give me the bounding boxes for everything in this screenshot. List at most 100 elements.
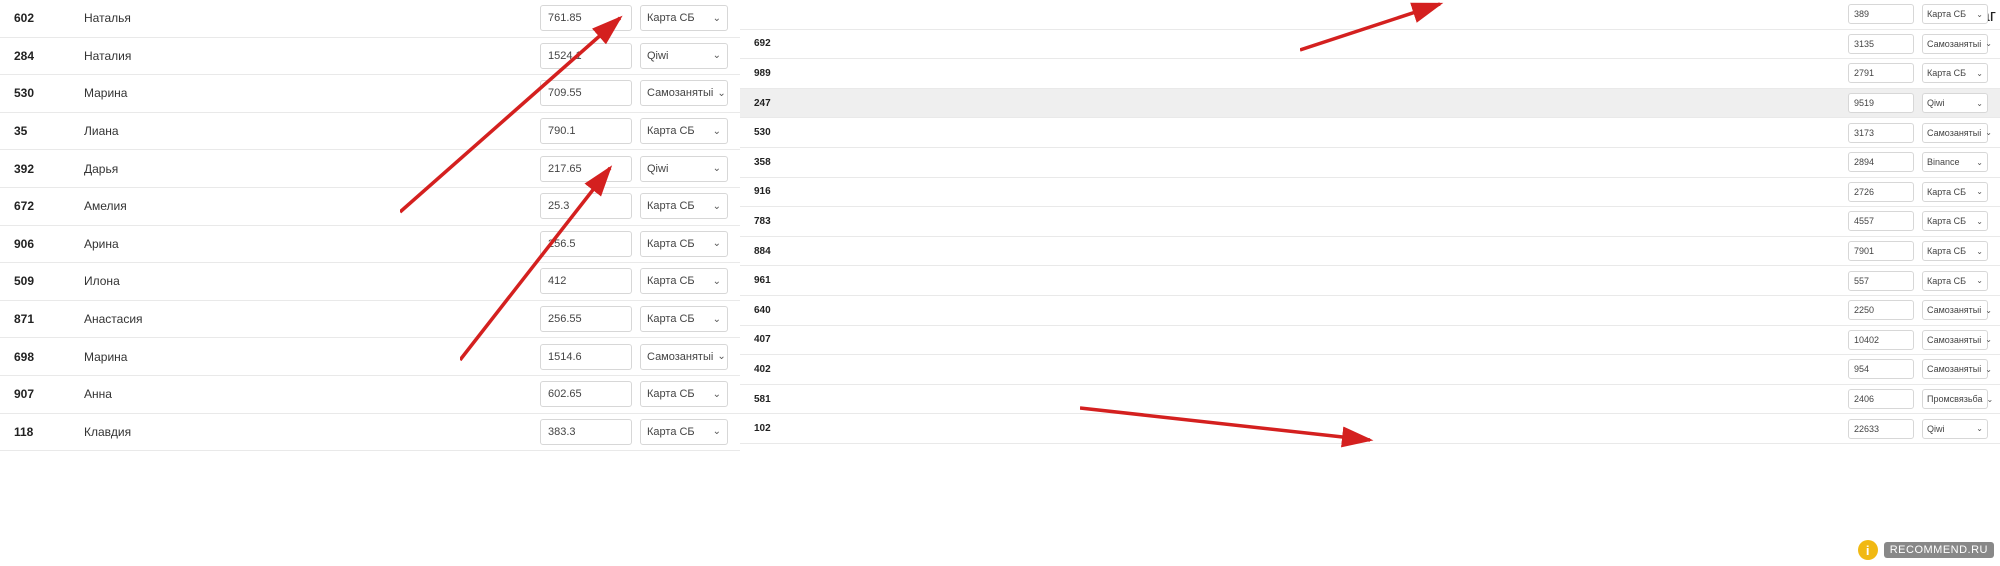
amount-input[interactable] bbox=[1848, 34, 1914, 54]
amount-input[interactable] bbox=[1848, 211, 1914, 231]
payment-select[interactable]: Самозанятыі⌄ bbox=[1922, 123, 1988, 143]
row-id: 581 bbox=[754, 394, 794, 405]
chevron-down-icon: ⌄ bbox=[1976, 217, 1983, 226]
row-id: 961 bbox=[754, 275, 794, 286]
payment-select[interactable]: Самозанятыі⌄ bbox=[1922, 300, 1988, 320]
amount-input[interactable] bbox=[540, 306, 632, 332]
payment-select-value: Карта СБ bbox=[1927, 276, 1966, 286]
amount-input[interactable] bbox=[1848, 419, 1914, 439]
row-name: Клавдия bbox=[78, 425, 536, 439]
payment-select[interactable]: Карта СБ⌄ bbox=[640, 419, 728, 445]
table-row: 407 Самозанятыі⌄ bbox=[740, 326, 2000, 356]
payment-select[interactable]: Самозанятыі⌄ bbox=[640, 344, 728, 370]
payment-select[interactable]: Карта СБ⌄ bbox=[1922, 4, 1988, 24]
payment-select[interactable]: Карта СБ⌄ bbox=[1922, 271, 1988, 291]
payment-select[interactable]: Карта СБ⌄ bbox=[1922, 241, 1988, 261]
amount-input[interactable] bbox=[540, 5, 632, 31]
amount-input[interactable] bbox=[540, 381, 632, 407]
row-id: 907 bbox=[14, 387, 78, 401]
payment-select[interactable]: Самозанятыі⌄ bbox=[1922, 34, 1988, 54]
payment-select-value: Самозанятыі bbox=[1927, 364, 1981, 374]
amount-input[interactable] bbox=[1848, 123, 1914, 143]
payment-select[interactable]: Самозанятыі⌄ bbox=[1922, 359, 1988, 379]
amount-input[interactable] bbox=[540, 156, 632, 182]
row-name: Лиана bbox=[78, 124, 536, 138]
amount-input[interactable] bbox=[1848, 389, 1914, 409]
amount-input[interactable] bbox=[540, 118, 632, 144]
payment-select[interactable]: Карта СБ⌄ bbox=[640, 306, 728, 332]
payment-select-value: Qiwi bbox=[647, 50, 668, 62]
amount-input[interactable] bbox=[540, 43, 632, 69]
payment-select[interactable]: Binance⌄ bbox=[1922, 152, 1988, 172]
amount-input[interactable] bbox=[540, 344, 632, 370]
chevron-down-icon: ⌄ bbox=[1976, 158, 1983, 167]
row-name: Анастасия bbox=[78, 312, 536, 326]
row-id: 672 bbox=[14, 199, 78, 213]
chevron-down-icon: ⌄ bbox=[713, 201, 721, 212]
payment-select[interactable]: Промсвязьба⌄ bbox=[1922, 389, 1988, 409]
payment-select[interactable]: Карта СБ⌄ bbox=[640, 118, 728, 144]
row-name: Марина bbox=[78, 350, 536, 364]
payment-select[interactable]: Карта СБ ⌄ bbox=[640, 268, 728, 294]
amount-input[interactable] bbox=[1848, 63, 1914, 83]
table-row: 581 Промсвязьба⌄ bbox=[740, 385, 2000, 415]
row-id: 102 bbox=[754, 423, 794, 434]
chevron-down-icon: ⌄ bbox=[1985, 306, 1992, 315]
payment-select-value: Карта СБ bbox=[647, 275, 695, 287]
chevron-down-icon: ⌄ bbox=[1976, 69, 1983, 78]
row-id: 407 bbox=[754, 334, 794, 345]
payment-select-value: Самозанятыі bbox=[647, 87, 713, 99]
amount-input[interactable] bbox=[1848, 4, 1914, 24]
payment-select[interactable]: Карта СБ⌄ bbox=[640, 193, 728, 219]
payment-select[interactable]: Карта СБ⌄ bbox=[1922, 211, 1988, 231]
row-name: Дарья bbox=[78, 162, 536, 176]
payment-select[interactable]: Карта СБ⌄ bbox=[640, 381, 728, 407]
amount-input[interactable] bbox=[540, 419, 632, 445]
amount-input[interactable] bbox=[540, 193, 632, 219]
payment-select-value: Самозанятыі bbox=[1927, 335, 1981, 345]
amount-input[interactable] bbox=[1848, 93, 1914, 113]
table-row: Карта СБ⌄ bbox=[740, 0, 2000, 30]
payment-select[interactable]: Qiwi⌄ bbox=[640, 156, 728, 182]
payment-select[interactable]: Карта СБ⌄ bbox=[1922, 63, 1988, 83]
payment-select-value: Промсвязьба bbox=[1927, 394, 1983, 404]
amount-input[interactable] bbox=[540, 231, 632, 257]
row-id: 118 bbox=[14, 425, 78, 439]
amount-input[interactable] bbox=[1848, 182, 1914, 202]
row-id: 916 bbox=[754, 186, 794, 197]
payment-select[interactable]: Карта СБ⌄ bbox=[640, 5, 728, 31]
amount-input[interactable] bbox=[1848, 271, 1914, 291]
amount-input[interactable] bbox=[540, 268, 632, 294]
payment-select[interactable]: Карта СБ⌄ bbox=[1922, 182, 1988, 202]
row-name: Арина bbox=[78, 237, 536, 251]
amount-input[interactable] bbox=[1848, 152, 1914, 172]
watermark-badge-icon: i bbox=[1858, 540, 1878, 560]
amount-input[interactable] bbox=[1848, 330, 1914, 350]
chevron-down-icon: ⌄ bbox=[713, 276, 721, 287]
payment-select-value: Самозанятыі bbox=[1927, 305, 1981, 315]
payment-select[interactable]: Qiwi⌄ bbox=[1922, 93, 1988, 113]
amount-input[interactable] bbox=[1848, 359, 1914, 379]
payment-select[interactable]: Qiwi⌄ bbox=[640, 43, 728, 69]
payment-select[interactable]: Qiwi⌄ bbox=[1922, 419, 1988, 439]
chevron-down-icon: ⌄ bbox=[1976, 187, 1983, 196]
payment-select[interactable]: Самозанятыі⌄ bbox=[1922, 330, 1988, 350]
table-row: 907АннаКарта СБ⌄ bbox=[0, 376, 740, 414]
watermark-text: RECOMMEND.RU bbox=[1884, 542, 1994, 558]
amount-input[interactable] bbox=[1848, 300, 1914, 320]
amount-input[interactable] bbox=[540, 80, 632, 106]
table-row: 916 Карта СБ⌄ bbox=[740, 178, 2000, 208]
payment-select-value: Карта СБ bbox=[647, 426, 695, 438]
payment-select[interactable]: Самозанятыі⌄ bbox=[640, 80, 728, 106]
chevron-down-icon: ⌄ bbox=[1976, 99, 1983, 108]
chevron-down-icon: ⌄ bbox=[717, 351, 725, 362]
row-id: 884 bbox=[754, 246, 794, 257]
payment-select[interactable]: Карта СБ⌄ bbox=[640, 231, 728, 257]
payment-select-value: Карта СБ bbox=[647, 388, 695, 400]
payment-select-value: Карта СБ bbox=[647, 12, 695, 24]
table-row: 698МаринаСамозанятыі⌄ bbox=[0, 338, 740, 376]
row-id: 530 bbox=[754, 127, 794, 138]
table-row: 672АмелияКарта СБ⌄ bbox=[0, 188, 740, 226]
row-name: Наталия bbox=[78, 49, 536, 63]
amount-input[interactable] bbox=[1848, 241, 1914, 261]
